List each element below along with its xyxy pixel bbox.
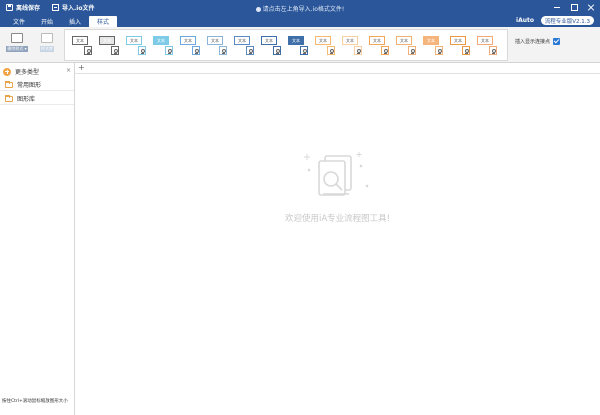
style-preset-child-icon [165, 46, 173, 55]
style-preset-node: 文本 [72, 36, 88, 45]
style-preset-node: 文本 [315, 36, 331, 45]
style-preset-2[interactable]: 文本 [97, 32, 121, 58]
style-preset-4[interactable]: 文本 [151, 32, 175, 58]
style-preset-5[interactable]: 文本 [178, 32, 202, 58]
import-file-label: 导入.io文件 [62, 5, 95, 12]
folder-icon [5, 94, 13, 102]
menu-bar: 文件 开始 插入 样式 iAuto 流程专业版V2.1.3 [0, 15, 600, 27]
page-tab-strip: + [75, 63, 600, 74]
title-bar: 离线保存 导入.io文件 请点击左上角导入.io格式文件! [0, 0, 600, 15]
more-types-header[interactable]: 更多类型 × [0, 66, 74, 77]
style-preset-node: 文本 [180, 36, 196, 45]
style-preset-12[interactable]: 文本 [367, 32, 391, 58]
style-preset-6[interactable]: 文本 [205, 32, 229, 58]
style-preset-13[interactable]: 文本 [394, 32, 418, 58]
style-preset-node: 文本 [153, 36, 169, 45]
show-connection-points-label: 插入显示连接点 [515, 39, 551, 45]
style-delete-icon [11, 33, 23, 43]
style-preset-child-icon [381, 46, 389, 55]
style-preset-14[interactable]: 文本 [421, 32, 445, 58]
notice-text: 请点击左上角导入.io格式文件! [262, 6, 345, 13]
close-icon[interactable] [586, 2, 596, 12]
style-preset-8[interactable]: 文本 [259, 32, 283, 58]
style-preset-node: 文本 [396, 36, 412, 45]
empty-document-icon [304, 152, 369, 196]
style-preset-16[interactable]: 文本 [475, 32, 499, 58]
menu-start[interactable]: 开始 [33, 16, 61, 27]
style-preset-child-icon [246, 46, 254, 55]
folder-icon [5, 80, 13, 88]
style-preset-child-icon [138, 46, 146, 55]
style-preset-1[interactable]: 文本 [70, 32, 94, 58]
style-preset-child-icon [300, 46, 308, 55]
style-preset-node: 文本 [477, 36, 493, 45]
add-circle-icon [3, 67, 11, 76]
sidebar-item-label: 常用图形 [17, 82, 42, 89]
style-preset-10[interactable]: 文本 [313, 32, 337, 58]
style-preset-node: 文本 [99, 36, 115, 45]
sidebar-item-shape-library[interactable]: 图形库 [0, 93, 74, 105]
window-controls [552, 2, 596, 12]
style-preset-node: 文本 [342, 36, 358, 45]
style-preset-child-icon [327, 46, 335, 55]
add-page-icon[interactable]: + [78, 64, 85, 72]
menu-file[interactable]: 文件 [5, 16, 33, 27]
show-connection-points-checkbox[interactable] [553, 38, 561, 45]
style-preset-child-icon [408, 46, 416, 55]
zoom-hint: 按住Ctrl+滚动鼠标缩放图形大小 [2, 399, 68, 404]
offline-save-label: 离线保存 [16, 5, 41, 12]
style-preset-3[interactable]: 文本 [124, 32, 148, 58]
style-preset-child-icon [192, 46, 200, 55]
style-preset-child-icon [462, 46, 470, 55]
sidebar-item-common-shapes[interactable]: 常用图形 [0, 79, 74, 91]
style-ribbon: 删除样式 ▾ 样式库 文本 文本 文本 文本 文本 文本 文本 文本 文本 文本 文本 文本 文本 文本文… [0, 27, 600, 63]
style-gallery: 文本 文本 文本 文本 文本 文本 文本 文本 文本 文本 文本 文本 文本 文本 文本 文本 [64, 29, 508, 61]
style-preset-child-icon [273, 46, 281, 55]
style-preset-child-icon [84, 46, 92, 55]
style-preset-15[interactable]: 文本 [448, 32, 472, 58]
style-preset-node: 文本 [207, 36, 223, 45]
style-preset-child-icon [354, 46, 362, 55]
style-library-label: 样式库 [40, 46, 54, 52]
style-preset-child-icon [219, 46, 227, 55]
show-connection-points-option[interactable]: 插入显示连接点 [515, 38, 561, 45]
brand-label: iAuto [516, 17, 534, 24]
style-preset-11[interactable]: 文本 [340, 32, 364, 58]
style-preset-node: 文本 [126, 36, 142, 45]
maximize-icon[interactable] [569, 2, 579, 12]
style-preset-child-icon [111, 46, 119, 55]
delete-style-button[interactable]: 删除样式 ▾ [4, 33, 30, 52]
style-preset-node: 文本 [261, 36, 277, 45]
menu-style[interactable]: 样式 [89, 16, 118, 27]
style-preset-7[interactable]: 文本 [232, 32, 256, 58]
delete-style-label: 删除样式 ▾ [6, 46, 28, 52]
style-preset-node: 文本 [234, 36, 250, 45]
shape-sidebar: 更多类型 × 常用图形 图形库 按住Ctrl+滚动鼠标缩放图形大小 [0, 63, 75, 415]
import-icon [52, 4, 60, 11]
style-library-icon [41, 33, 53, 43]
close-icon[interactable]: × [66, 67, 71, 74]
style-preset-child-icon [435, 46, 443, 55]
minimize-icon[interactable] [552, 2, 562, 12]
info-icon [255, 7, 261, 12]
style-preset-node: 文本 [450, 36, 466, 45]
style-preset-node: 文本 [369, 36, 385, 45]
style-preset-node: 文本 [423, 36, 439, 45]
save-icon [6, 4, 13, 11]
more-types-label: 更多类型 [15, 69, 40, 76]
style-preset-9[interactable]: 文本 [286, 32, 310, 58]
style-library-button[interactable]: 样式库 [34, 33, 60, 52]
offline-save-button[interactable]: 离线保存 [6, 3, 40, 12]
style-preset-child-icon [489, 46, 497, 55]
sidebar-item-label: 图形库 [17, 96, 36, 103]
welcome-message: 欢迎使用iA专业流程图工具! [284, 214, 391, 224]
import-file-button[interactable]: 导入.io文件 [52, 3, 94, 12]
style-preset-node: 文本 [288, 36, 304, 45]
menu-insert[interactable]: 插入 [61, 16, 89, 27]
version-badge[interactable]: 流程专业版V2.1.3 [540, 16, 594, 25]
drawing-canvas[interactable]: 欢迎使用iA专业流程图工具! [75, 74, 600, 415]
